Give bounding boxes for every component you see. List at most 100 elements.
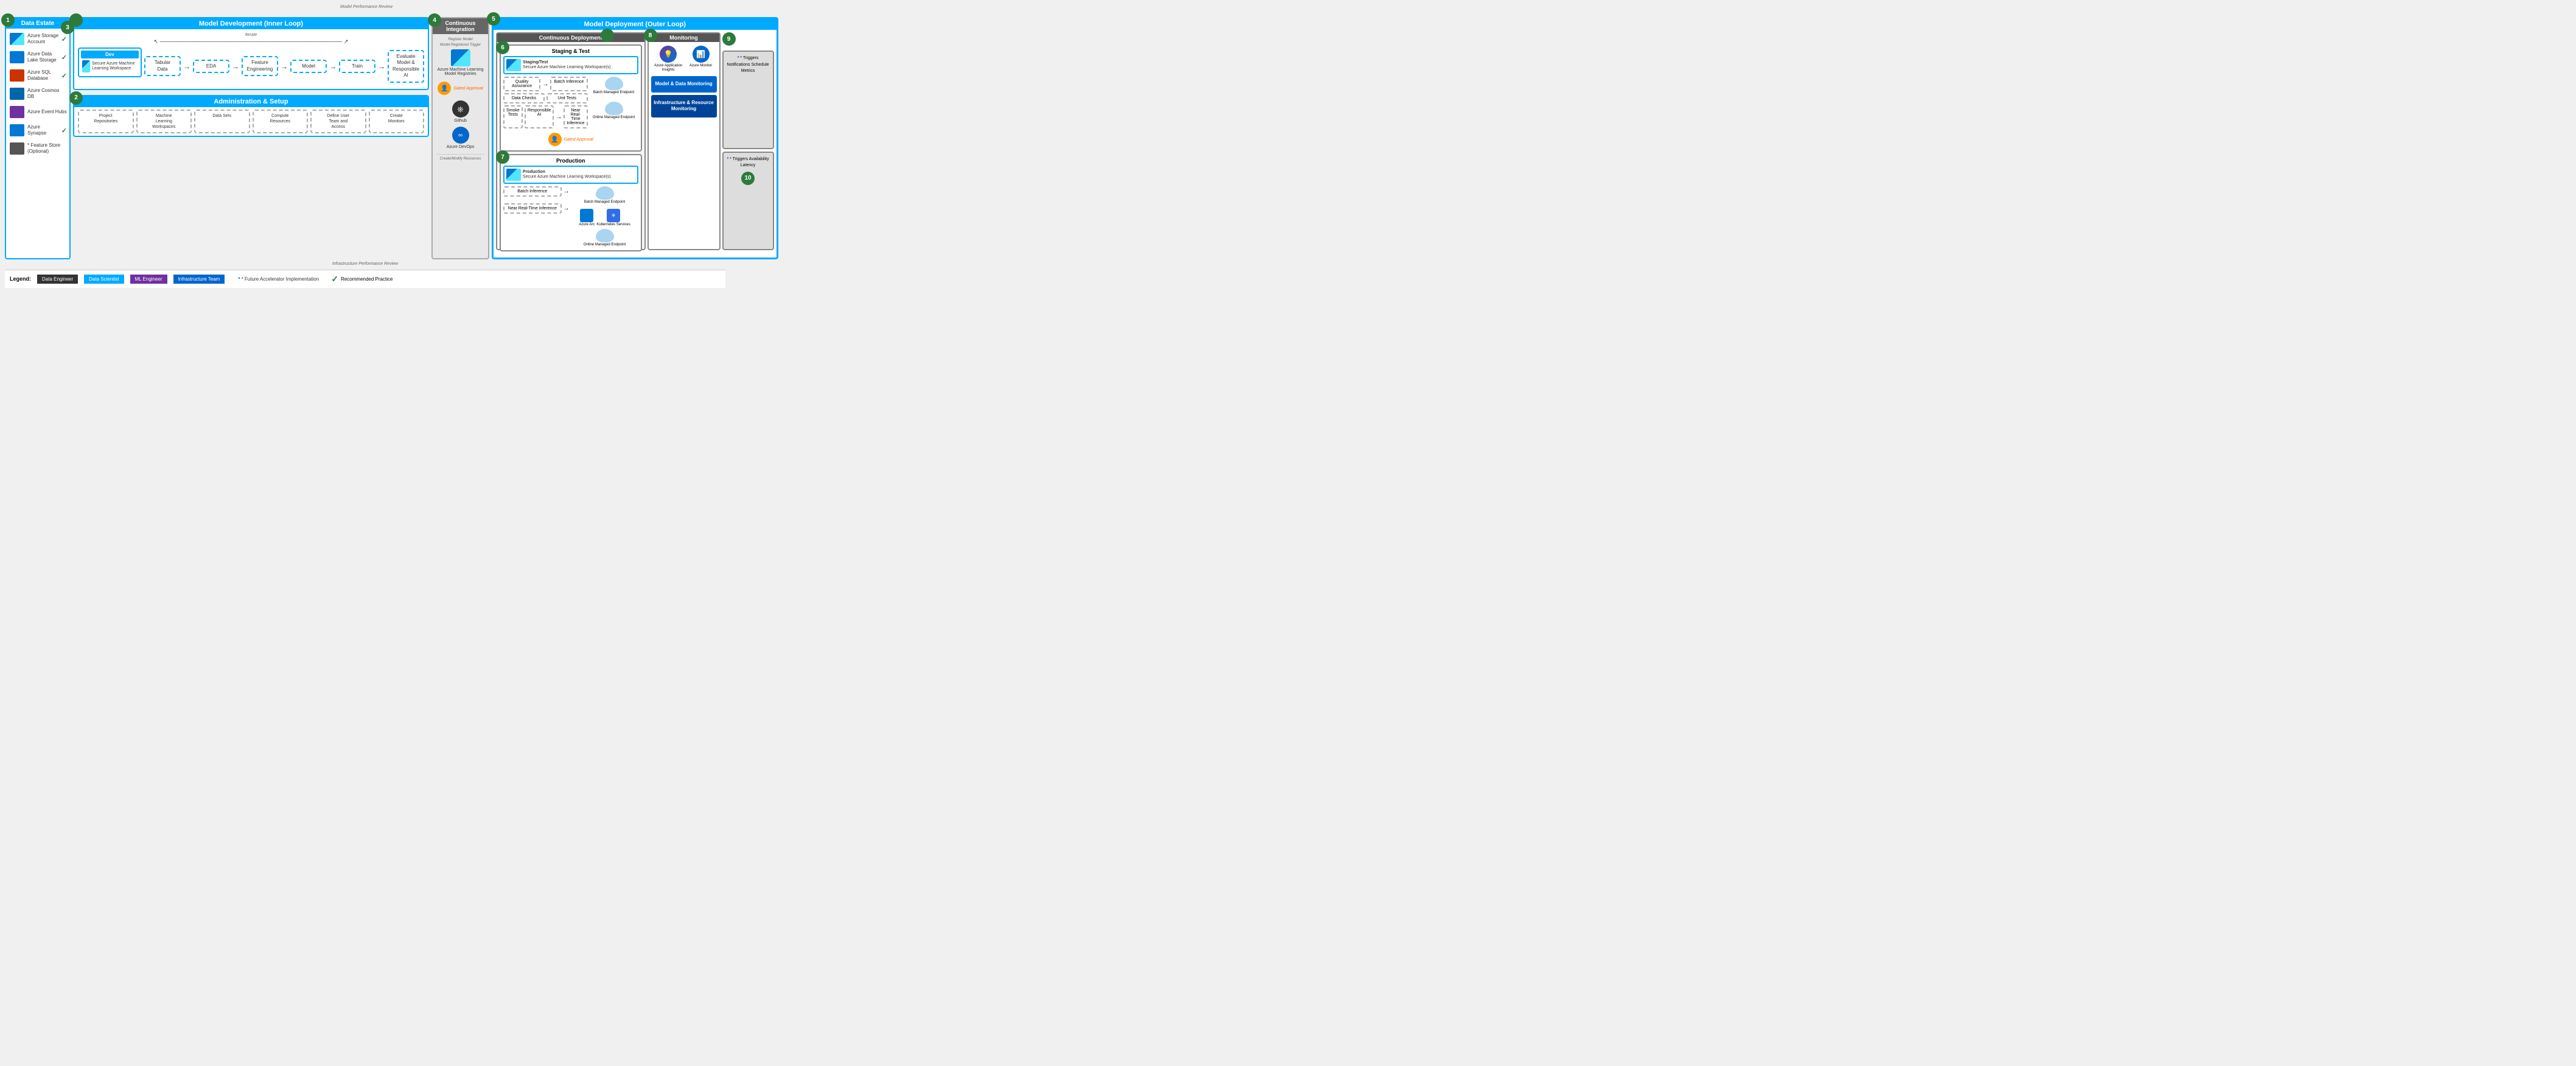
gated-approval-row: 👤 Gated Approval (436, 80, 484, 97)
data-estate-panel: 1 Data Estate 3 Azure Storage Account ✓ … (5, 17, 71, 259)
create-modify-label: Create/Modify Resources (436, 154, 484, 161)
data-item-storage: Azure Storage Account ✓ (9, 32, 67, 46)
data-item-synapse: Azure Synapse ✓ (9, 124, 67, 137)
data-item-eventhubs: Azure Event Hubs (9, 105, 67, 119)
eventhubs-label: Azure Event Hubs (27, 109, 67, 115)
cont-dep-section: Continuous Deployment 6 Staging & Test (496, 32, 646, 250)
badge-5: 5 (487, 12, 500, 26)
bottom-flow-labels: Infrastructure Performance Review (5, 262, 725, 266)
app-insights-label: Azure Application Insights (653, 64, 683, 72)
data-item-cosmos: Azure Cosmos DB (9, 87, 67, 100)
batch-inf-prod: Batch Inference (503, 186, 562, 197)
cont-dep-header: Continuous Deployment (497, 33, 644, 42)
online-ep-label: Online Managed Endpoint (593, 116, 635, 120)
storage-check: ✓ (61, 35, 67, 43)
cosmos-icon (10, 88, 24, 100)
batch-ep-label: Batch Managed Endpoint (593, 91, 634, 95)
data-item-feature: * Feature Store (Optional) (9, 142, 67, 155)
storage-label: Azure Storage Account (27, 33, 60, 44)
k8s-icon: ⎈ (607, 209, 620, 222)
model-dev-header: Model Development (Inner Loop) (74, 18, 428, 29)
app-insights-icon: 💡 (660, 46, 677, 63)
pipeline-tabular: TabularData (144, 56, 181, 76)
triggers-top: * * Triggers Notifications Schedule Metr… (722, 51, 774, 149)
azure-monitor-label: Azure Monitor (687, 64, 714, 68)
ml-workspace-icon (82, 60, 90, 72)
prod-workspace-label: ProductionSecure Azure Machine Learning … (523, 170, 611, 180)
synapse-label: Azure Synapse (27, 124, 60, 136)
gated-person-icon: 👤 (438, 82, 451, 95)
dev-sublabel: Secure Azure Machine Learning Workspace (92, 61, 138, 72)
badge-7: 7 (496, 150, 509, 164)
badge-2: 2 (69, 91, 83, 105)
online-ep-prod-cloud (596, 229, 614, 242)
triggers-bottom: * * Triggers Availability Latency 10 (722, 152, 774, 250)
triggers-column: 9 * * Triggers Notifications Schedule Me… (722, 32, 774, 250)
data-item-sql: Azure SQL Database ✓ (9, 69, 67, 82)
ci-devops: ∞ Azure DevOps (436, 127, 484, 149)
datalake-label: Azure Data Lake Storage (27, 51, 60, 63)
azure-monitor-icon: 📊 (693, 46, 710, 63)
pipeline-model: Model (290, 60, 327, 73)
ci-section: 4 Continuous Integration Register Model … (431, 17, 489, 259)
staging-gated-icon: 👤 (548, 133, 562, 146)
data-item-datalake: Azure Data Lake Storage ✓ (9, 51, 67, 64)
sql-icon (10, 69, 24, 82)
legend-recommended: ✓ Recommended Practice (331, 274, 393, 284)
badge-4: 4 (428, 13, 441, 27)
production-header: Production (503, 158, 638, 164)
feature-icon (10, 142, 24, 155)
near-rt-prod: Near Real-Time Inference (503, 203, 562, 214)
devops-label: Azure DevOps (447, 145, 475, 149)
sql-label: Azure SQL Database (27, 69, 60, 81)
monitoring-icons-row: 💡 Azure Application Insights 📊 Azure Mon… (651, 46, 717, 72)
k8s-section: ⎈ Kubernetes Services (596, 209, 630, 227)
azure-arc-label: Azure Arc (579, 223, 595, 227)
batch-ep-prod: Batch Managed Endpoint (584, 186, 625, 205)
data-checks-box: Data Checks (503, 93, 545, 103)
synapse-icon (10, 124, 24, 136)
ml-registry-icon (451, 49, 470, 66)
ci-github: ⎈ Github (436, 100, 484, 123)
model-deployment-outer: 5 Model Deployment (Outer Loop) Continuo… (492, 17, 778, 259)
datalake-icon (10, 51, 24, 63)
admin-ml-workspaces: MachineLearningWorkspaces (136, 110, 192, 133)
data-estate-header: Data Estate (6, 18, 69, 29)
badge-9: 9 (722, 32, 736, 46)
pipeline-evaluate: EvaluateModel &Responsible AI (388, 50, 424, 83)
arrow-5: → (378, 62, 385, 71)
admin-datasets: Data Sets (194, 110, 250, 133)
qa-box: Quality Assurance (503, 77, 540, 91)
staging-workspace: Staging/TestSecure Azure Machine Learnin… (503, 56, 638, 74)
badge-not-shown (69, 13, 83, 27)
smoke-tests-box: Smoke Tests (503, 105, 523, 128)
dev-label: Dev (81, 51, 139, 58)
center-column: Model Development (Inner Loop) Iterate ↖… (73, 17, 429, 259)
badge-6-placeholder (601, 29, 614, 42)
model-dev-section: Model Development (Inner Loop) Iterate ↖… (73, 17, 429, 90)
model-data-monitoring: Model & Data Monitoring (651, 76, 717, 92)
main-container: Model Performance Review 1 Data Estate 3… (0, 0, 730, 293)
triggers-bottom-text: * * Triggers Availability Latency (726, 156, 770, 169)
app-insights-item: 💡 Azure Application Insights (653, 46, 683, 72)
online-ep-staging: Online Managed Endpoint (593, 102, 635, 120)
legend-de: Data Engineer (37, 275, 78, 284)
k8s-label: Kubernetes Services (596, 223, 630, 227)
batch-ep-prod-cloud (596, 186, 614, 200)
devops-icon: ∞ (452, 127, 469, 144)
pipeline-feature: FeatureEngineering (242, 56, 278, 76)
recommended-check: ✓ (331, 274, 338, 284)
azure-arc-section: Azure Arc (579, 209, 595, 227)
prod-workspace: ProductionSecure Azure Machine Learning … (503, 166, 638, 184)
model-dep-header: Model Deployment (Outer Loop) (494, 19, 777, 30)
cosmos-label: Azure Cosmos DB (27, 88, 67, 99)
batch-ep-cloud (605, 77, 623, 90)
future-label: * Future Accelerator Implementation (242, 276, 319, 282)
triggers-top-text: * * Triggers Notifications Schedule Metr… (726, 55, 770, 75)
sql-check: ✓ (61, 72, 67, 80)
infra-perf-review-label: Infrastructure Performance Review (332, 262, 398, 266)
admin-project-repos: ProjectRepositories (78, 110, 134, 133)
staging-gated: 👤 Gated Approval (503, 131, 638, 148)
datalake-check: ✓ (61, 54, 67, 61)
triggers-bottom-label: * Triggers Availability Latency (730, 157, 769, 168)
